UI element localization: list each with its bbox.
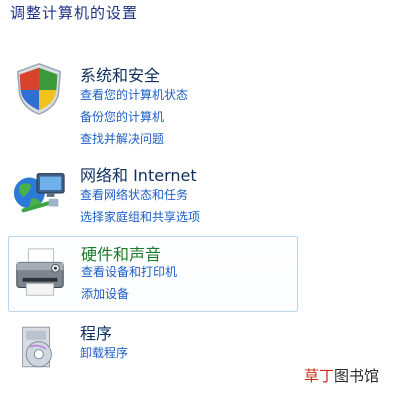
category-network-internet: 网络和 Internet 查看网络状态和任务 选择家庭组和共享选项 bbox=[8, 158, 298, 230]
watermark: 草丁图书馆 bbox=[304, 365, 379, 386]
link-view-devices-printers[interactable]: 查看设备和打印机 bbox=[81, 261, 177, 283]
category-links: 查看网络状态和任务 选择家庭组和共享选项 bbox=[80, 184, 200, 228]
category-title-network-internet[interactable]: 网络和 Internet bbox=[80, 162, 197, 186]
watermark-part1: 草丁 bbox=[304, 367, 335, 385]
printer-icon[interactable] bbox=[11, 245, 69, 303]
link-find-fix-problems[interactable]: 查找并解决问题 bbox=[80, 128, 188, 150]
page-title: 调整计算机的设置 bbox=[10, 4, 139, 22]
link-uninstall-program[interactable]: 卸载程序 bbox=[80, 342, 128, 364]
link-view-network-status[interactable]: 查看网络状态和任务 bbox=[80, 184, 200, 206]
link-add-device[interactable]: 添加设备 bbox=[81, 283, 177, 305]
link-backup-computer[interactable]: 备份您的计算机 bbox=[80, 106, 188, 128]
shield-icon[interactable] bbox=[10, 60, 68, 118]
network-globe-icon[interactable] bbox=[10, 164, 68, 222]
category-links: 查看设备和打印机 添加设备 bbox=[81, 261, 177, 305]
category-links: 卸载程序 bbox=[80, 342, 128, 364]
category-system-security: 系统和安全 查看您的计算机状态 备份您的计算机 查找并解决问题 bbox=[8, 56, 298, 156]
watermark-part2: 图书馆 bbox=[334, 367, 380, 385]
category-title-system-security[interactable]: 系统和安全 bbox=[80, 62, 160, 86]
category-programs: 程序 卸载程序 bbox=[8, 318, 298, 374]
category-hardware-sound[interactable]: 硬件和声音 查看设备和打印机 添加设备 bbox=[8, 236, 298, 312]
link-homegroup-sharing[interactable]: 选择家庭组和共享选项 bbox=[80, 206, 200, 228]
category-title-programs[interactable]: 程序 bbox=[80, 320, 112, 344]
link-view-computer-status[interactable]: 查看您的计算机状态 bbox=[80, 84, 188, 106]
category-links: 查看您的计算机状态 备份您的计算机 查找并解决问题 bbox=[80, 84, 188, 150]
programs-disc-icon[interactable] bbox=[10, 320, 64, 374]
